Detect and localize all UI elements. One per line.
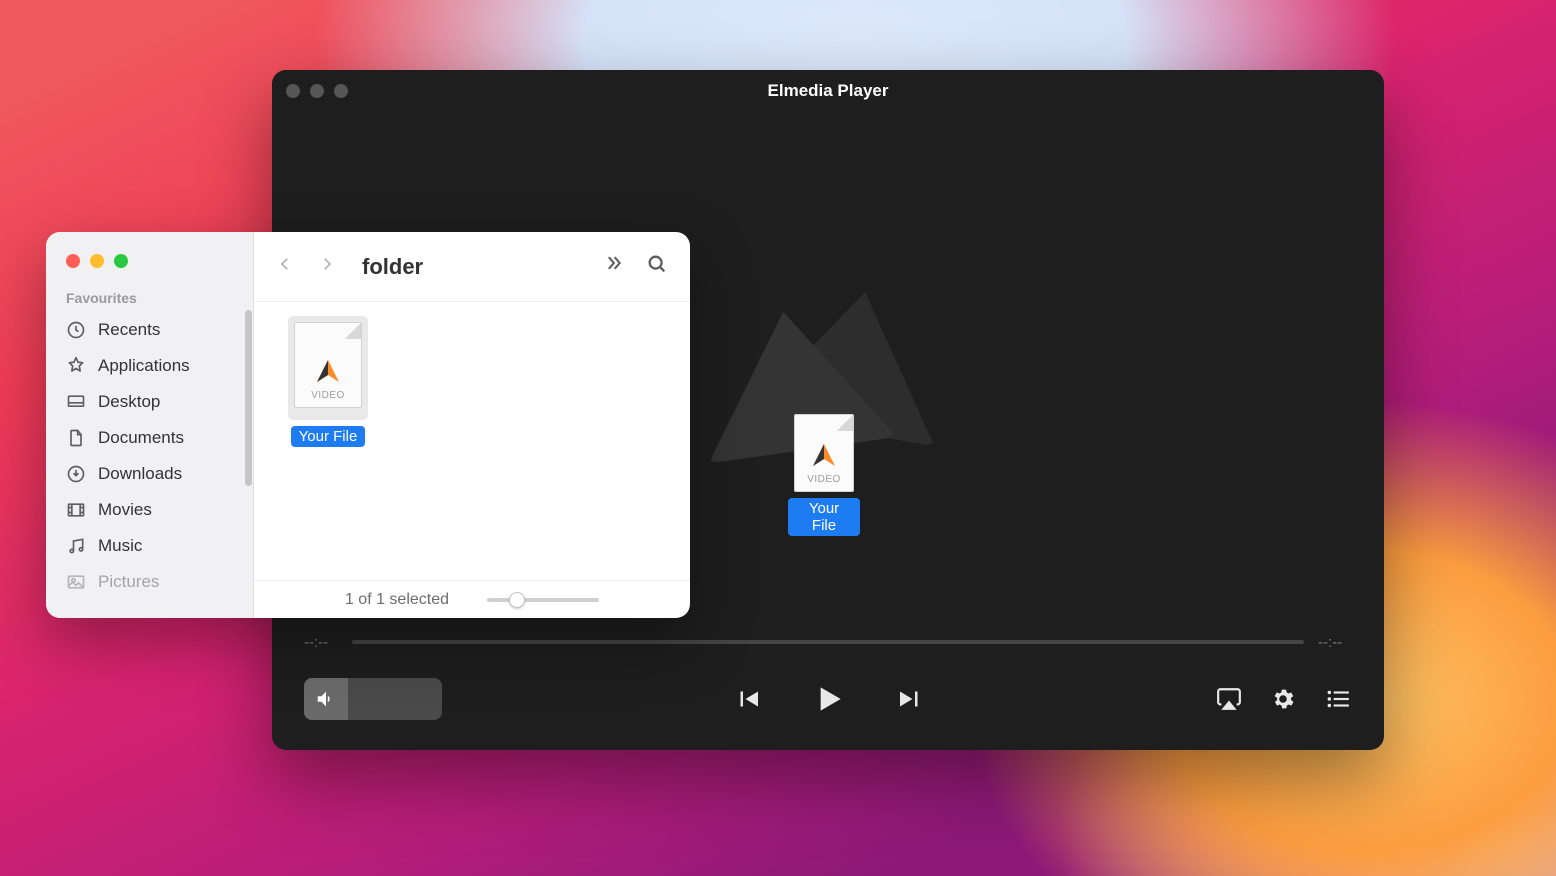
sidebar-scrollbar[interactable] bbox=[245, 310, 252, 486]
file-label: Your File bbox=[291, 426, 366, 447]
maximize-button[interactable] bbox=[334, 84, 348, 98]
back-button[interactable] bbox=[276, 252, 294, 281]
sidebar-item-downloads[interactable]: Downloads bbox=[46, 456, 253, 492]
time-remaining: --:-- bbox=[1318, 634, 1352, 651]
forward-button[interactable] bbox=[318, 252, 336, 281]
sidebar-item-pictures[interactable]: Pictures bbox=[46, 564, 253, 600]
player-controls: --:-- --:-- bbox=[272, 630, 1384, 750]
music-icon bbox=[66, 536, 86, 556]
settings-button[interactable] bbox=[1270, 686, 1296, 712]
file-tile[interactable]: VIDEO Your File bbox=[278, 316, 378, 566]
movies-icon bbox=[66, 500, 86, 520]
document-icon bbox=[66, 428, 86, 448]
sidebar-item-applications[interactable]: Applications bbox=[46, 348, 253, 384]
video-file-icon: VIDEO bbox=[294, 322, 362, 408]
favourites-label: Favourites bbox=[46, 286, 253, 312]
volume-icon bbox=[315, 688, 337, 710]
player-titlebar[interactable]: Elmedia Player bbox=[272, 70, 1384, 112]
video-file-icon: VIDEO bbox=[794, 414, 854, 492]
downloads-icon bbox=[66, 464, 86, 484]
progress-bar[interactable] bbox=[352, 640, 1304, 644]
more-button[interactable] bbox=[602, 253, 624, 280]
finder-maximize-button[interactable] bbox=[114, 254, 128, 268]
sidebar-item-desktop[interactable]: Desktop bbox=[46, 384, 253, 420]
close-button[interactable] bbox=[286, 84, 300, 98]
sidebar-item-recents[interactable]: Recents bbox=[46, 312, 253, 348]
zoom-slider[interactable] bbox=[487, 598, 599, 602]
finder-window: Favourites Recents Applications Desktop … bbox=[46, 232, 690, 618]
dragged-file[interactable]: VIDEO Your File bbox=[788, 414, 860, 536]
minimize-button[interactable] bbox=[310, 84, 324, 98]
play-button[interactable] bbox=[809, 679, 849, 719]
zoom-knob[interactable] bbox=[509, 592, 525, 608]
dragged-file-label: Your File bbox=[788, 498, 860, 536]
finder-close-button[interactable] bbox=[66, 254, 80, 268]
finder-body[interactable]: VIDEO Your File bbox=[254, 302, 690, 580]
finder-minimize-button[interactable] bbox=[90, 254, 104, 268]
folder-title: folder bbox=[362, 254, 602, 280]
clock-icon bbox=[66, 320, 86, 340]
pictures-icon bbox=[66, 572, 86, 592]
sidebar-item-music[interactable]: Music bbox=[46, 528, 253, 564]
playlist-button[interactable] bbox=[1324, 686, 1352, 712]
time-elapsed: --:-- bbox=[304, 634, 338, 651]
finder-statusbar: 1 of 1 selected bbox=[254, 580, 690, 618]
selection-status: 1 of 1 selected bbox=[345, 591, 449, 609]
sidebar-item-documents[interactable]: Documents bbox=[46, 420, 253, 456]
previous-button[interactable] bbox=[733, 684, 763, 714]
airplay-button[interactable] bbox=[1216, 686, 1242, 712]
apps-icon bbox=[66, 356, 86, 376]
sidebar-item-movies[interactable]: Movies bbox=[46, 492, 253, 528]
finder-sidebar: Favourites Recents Applications Desktop … bbox=[46, 232, 254, 618]
desktop-icon bbox=[66, 392, 86, 412]
next-button[interactable] bbox=[895, 684, 925, 714]
finder-toolbar: folder bbox=[254, 232, 690, 302]
player-title: Elmedia Player bbox=[272, 81, 1384, 101]
search-button[interactable] bbox=[646, 253, 668, 280]
volume-control[interactable] bbox=[304, 678, 442, 720]
